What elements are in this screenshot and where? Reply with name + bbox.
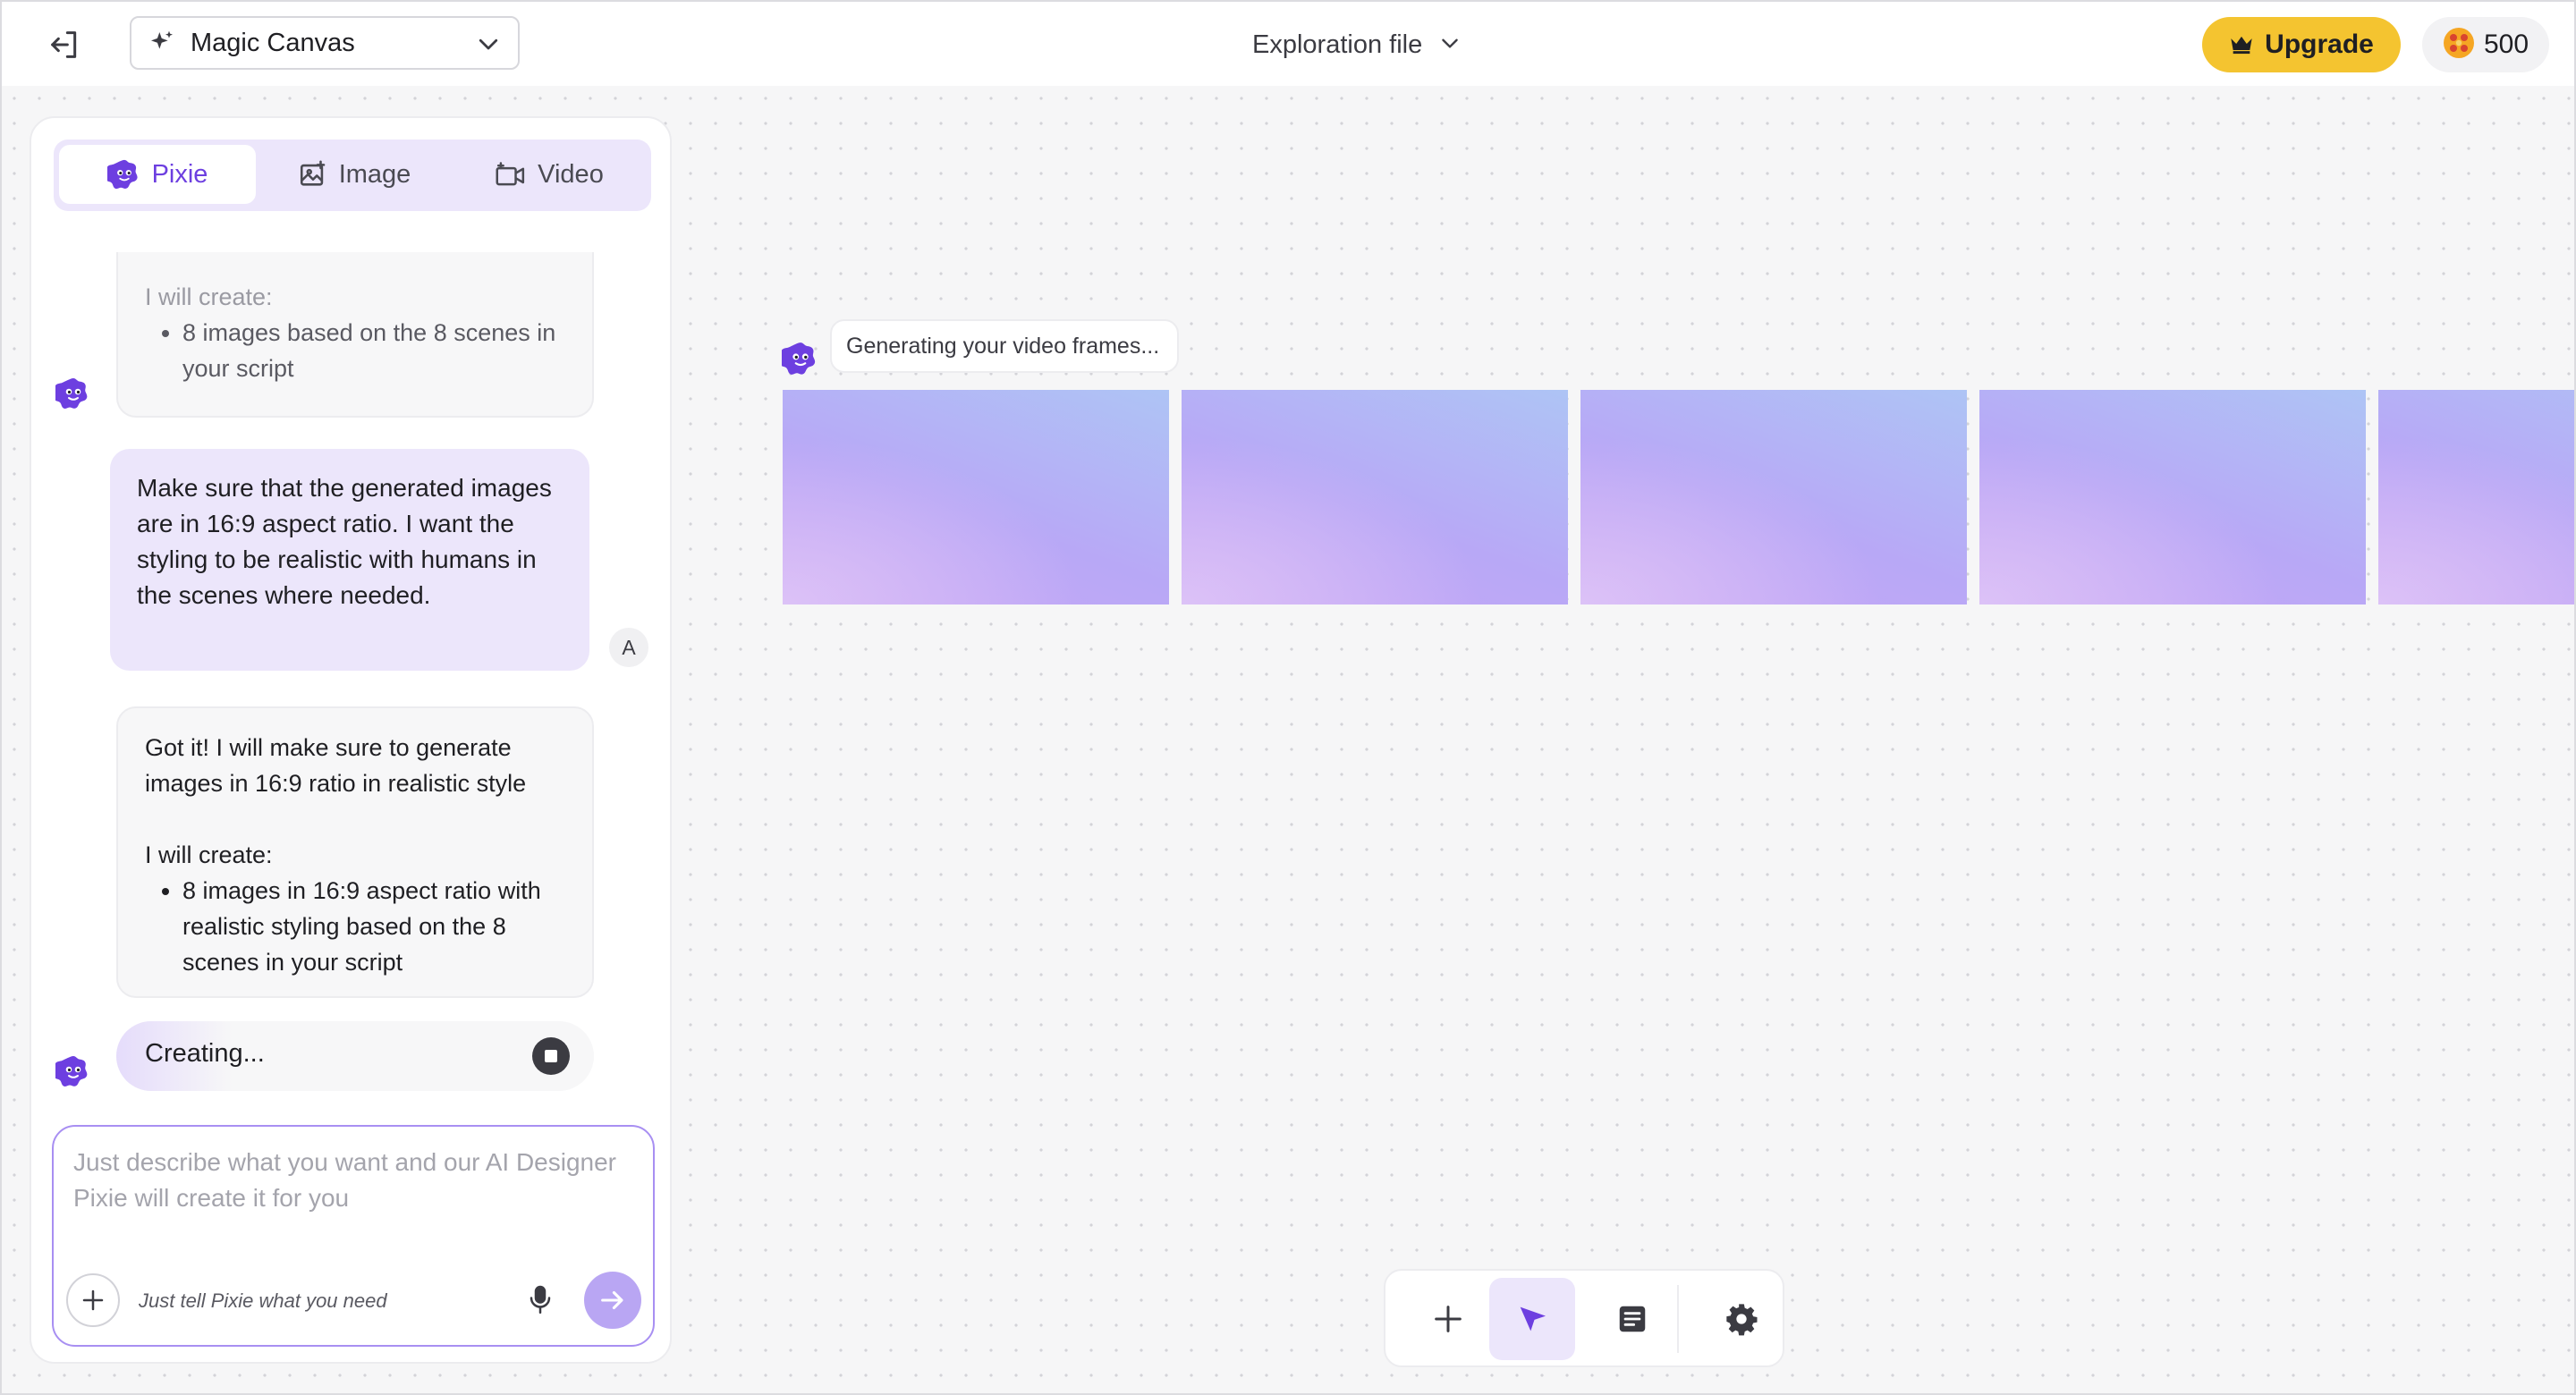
chevron-down-icon <box>1438 31 1462 59</box>
top-bar: Magic Canvas Exploration file Upgrade 50… <box>2 2 2574 86</box>
list-item: 8 images based on the 8 scenes in your s… <box>182 315 565 386</box>
credits-badge[interactable]: 500 <box>2422 17 2549 72</box>
select-tool-button[interactable] <box>1489 1278 1575 1360</box>
settings-button[interactable] <box>1699 1278 1784 1360</box>
microphone-icon <box>530 1285 551 1314</box>
coin-icon <box>2443 27 2475 63</box>
user-message-text: Make sure that the generated images are … <box>137 474 552 609</box>
ai-message-list: 8 images based on the 8 scenes in your s… <box>145 315 565 386</box>
notes-icon <box>1619 1306 1646 1332</box>
pixie-bot-icon <box>55 1056 88 1086</box>
ai-message-intro: I will create: <box>145 283 273 310</box>
ai-message: I will create: 8 images based on the 8 s… <box>116 252 594 418</box>
pixie-bot-icon <box>55 378 88 409</box>
plus-icon <box>1435 1306 1462 1332</box>
send-button[interactable] <box>584 1272 641 1329</box>
tab-image[interactable]: Image <box>256 145 453 204</box>
upgrade-label: Upgrade <box>2265 30 2374 59</box>
upgrade-button[interactable]: Upgrade <box>2202 17 2401 72</box>
canvas-toolbar <box>1384 1269 1784 1367</box>
creating-status: Creating... <box>116 1021 594 1091</box>
video-frame-placeholder[interactable] <box>1979 390 2366 604</box>
creating-status-text: Creating... <box>145 1039 265 1068</box>
panel-tabs: Pixie Image Video <box>54 140 651 211</box>
avatar: A <box>609 628 648 667</box>
video-frame-placeholder[interactable] <box>1580 390 1967 604</box>
mode-select-label: Magic Canvas <box>191 28 355 57</box>
pixie-bot-icon <box>782 342 816 375</box>
gear-icon <box>1726 1304 1758 1336</box>
file-title-dropdown[interactable]: Exploration file <box>1252 23 1462 66</box>
video-frame-placeholder[interactable] <box>783 390 1169 604</box>
pixie-chat-panel: Pixie Image Video I will create: 8 image… <box>30 116 672 1364</box>
crown-icon <box>2229 33 2254 57</box>
video-frame-placeholder[interactable] <box>1182 390 1568 604</box>
stop-button[interactable] <box>532 1037 570 1075</box>
tab-video[interactable]: Video <box>453 145 646 204</box>
composer-hint: Just tell Pixie what you need <box>139 1289 387 1312</box>
user-message: Make sure that the generated images are … <box>110 449 589 671</box>
notes-tool-button[interactable] <box>1589 1278 1675 1360</box>
image-icon <box>300 160 326 186</box>
arrow-right-icon <box>601 1290 623 1310</box>
app-window: Magic Canvas Exploration file Upgrade 50… <box>0 0 2576 1395</box>
ai-message-text: Got it! I will make sure to generate ima… <box>145 734 527 797</box>
ai-message-intro: I will create: <box>145 841 273 868</box>
pixie-bot-icon <box>106 159 138 190</box>
stop-icon <box>545 1050 557 1062</box>
prompt-input[interactable] <box>72 1143 630 1254</box>
generation-status: Generating your video frames... <box>830 319 1179 373</box>
video-frame-placeholder[interactable] <box>2378 390 2574 604</box>
microphone-button[interactable] <box>521 1279 560 1322</box>
exit-button[interactable] <box>41 21 88 68</box>
ai-message-list: 8 images in 16:9 aspect ratio with reali… <box>145 873 565 980</box>
plus-icon <box>82 1289 104 1311</box>
mode-select[interactable]: Magic Canvas <box>130 16 520 70</box>
ai-message: Got it! I will make sure to generate ima… <box>116 706 594 998</box>
exit-icon <box>51 31 77 58</box>
tab-pixie-label: Pixie <box>151 159 208 189</box>
video-icon <box>496 162 525 186</box>
video-frames-strip <box>783 390 2574 604</box>
add-tool-button[interactable] <box>1405 1278 1491 1360</box>
sparkle-icon <box>146 27 178 59</box>
chevron-down-icon <box>475 30 502 62</box>
attach-button[interactable] <box>66 1273 120 1327</box>
tab-image-label: Image <box>338 159 411 189</box>
file-title: Exploration file <box>1252 30 1423 59</box>
credits-count: 500 <box>2483 30 2529 59</box>
list-item: 8 images in 16:9 aspect ratio with reali… <box>182 873 565 980</box>
tab-pixie[interactable]: Pixie <box>59 145 256 204</box>
tab-video-label: Video <box>538 159 604 189</box>
cursor-icon <box>1520 1306 1546 1332</box>
prompt-composer: Just tell Pixie what you need <box>52 1125 655 1347</box>
